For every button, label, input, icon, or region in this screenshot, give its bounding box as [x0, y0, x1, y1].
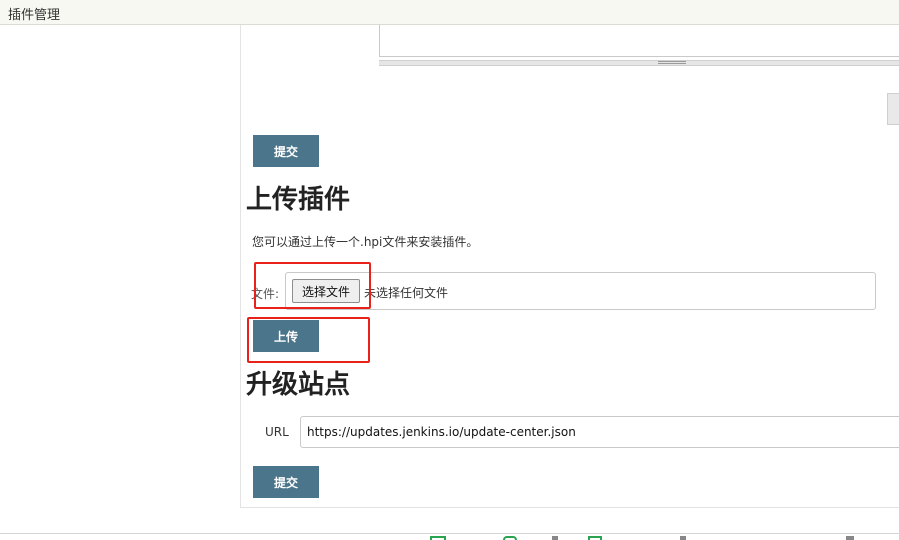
highlight-choose-file — [254, 262, 371, 309]
upload-plugin-heading: 上传插件 — [246, 185, 351, 215]
resize-grip-icon — [658, 61, 686, 64]
side-scroll-control[interactable] — [887, 93, 899, 125]
tray-icon-5[interactable] — [680, 536, 686, 540]
taskbar-edge — [0, 533, 899, 540]
tray-icon-3[interactable] — [552, 536, 558, 540]
top-bar: 插件管理 — [0, 0, 899, 25]
tray-icon-4[interactable] — [588, 536, 602, 540]
advanced-submit-button[interactable]: 提交 — [253, 135, 319, 167]
tray-icon-6[interactable] — [846, 536, 854, 540]
update-site-url-input[interactable] — [300, 416, 899, 448]
no-file-selected-text: 未选择任何文件 — [364, 286, 449, 300]
update-site-heading: 升级站点 — [246, 370, 351, 400]
update-site-submit-button[interactable]: 提交 — [253, 466, 319, 498]
config-textarea[interactable] — [379, 25, 899, 57]
upload-description: 您可以通过上传一个.hpi文件来安装插件。 — [252, 235, 479, 249]
url-label: URL — [265, 425, 289, 439]
page-title: 插件管理 — [8, 8, 61, 23]
textarea-resize-handle[interactable] — [379, 60, 899, 66]
tray-icon-2[interactable] — [503, 536, 517, 540]
highlight-upload — [247, 317, 370, 363]
tray-icon-1[interactable] — [430, 536, 446, 540]
